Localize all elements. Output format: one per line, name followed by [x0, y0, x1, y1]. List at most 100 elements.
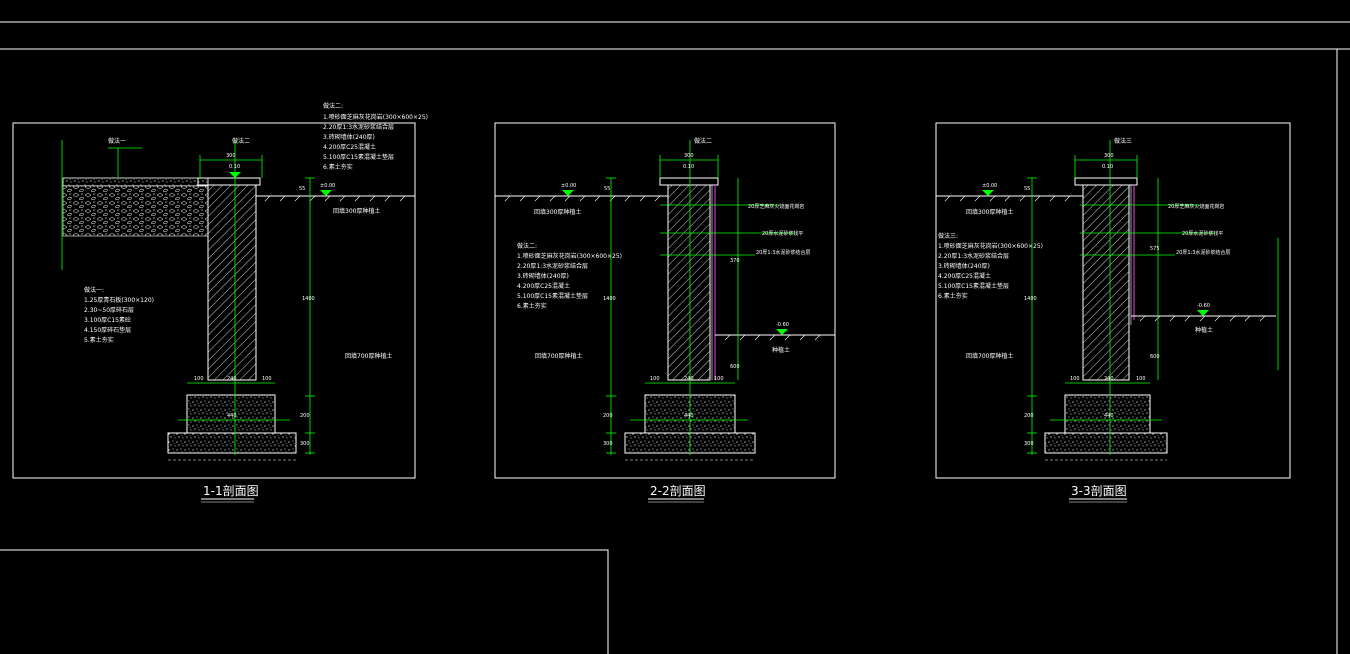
svg-text:6.素土夯实: 6.素土夯实	[938, 292, 968, 300]
svg-text:2.20厚1:3水泥砂浆结合层: 2.20厚1:3水泥砂浆结合层	[323, 123, 394, 131]
dimension-text: 440	[1104, 413, 1114, 419]
svg-text:2.30~50厚碎石层: 2.30~50厚碎石层	[84, 306, 134, 314]
paving-surface	[62, 177, 209, 187]
svg-text:20厚芝麻灰火烧面花岗岩: 20厚芝麻灰火烧面花岗岩	[1168, 203, 1224, 210]
soil-label: 回填700厚种植土	[535, 352, 582, 360]
dimension-text: 300	[684, 153, 694, 159]
dimension-text: 300	[226, 153, 236, 159]
wall-cap	[659, 177, 719, 186]
svg-text:3.砖砌墙体(240厚): 3.砖砌墙体(240厚)	[517, 272, 569, 280]
dimension-text: 440	[227, 413, 237, 419]
svg-text:3.砖砌墙体(240厚): 3.砖砌墙体(240厚)	[323, 133, 375, 141]
svg-text:4.200厚C25混凝土: 4.200厚C25混凝土	[938, 272, 991, 280]
dimension-text: 100	[262, 376, 272, 382]
cad-drawing-canvas: 做法一 做法二 0.10 ±0.00 做法二: 1.喷砂面芝麻灰花岗岩(300×…	[0, 21, 1350, 654]
svg-text:做法一:: 做法一:	[84, 286, 104, 294]
section-3-3: 做法三 0.10 ±0.00 -0.60 20厚芝麻灰火烧面花岗岩 20厚水泥砂…	[935, 122, 1291, 503]
elevation-label: 0.10	[1102, 164, 1113, 170]
callout-label: 做法三	[1114, 137, 1132, 145]
gravel-base	[62, 185, 209, 237]
dimension-text: 440	[684, 413, 694, 419]
svg-text:1.25厚青石板(300×120): 1.25厚青石板(300×120)	[84, 296, 154, 304]
elevation-label: ±0.00	[982, 183, 997, 189]
soil-label: 回填700厚种植土	[345, 352, 392, 360]
section-1-1: 做法一 做法二 0.10 ±0.00 做法二: 1.喷砂面芝麻灰花岗岩(300×…	[12, 102, 428, 503]
elevation-label: -0.60	[1197, 303, 1210, 309]
soil-label: 回填300厚种植土	[534, 208, 581, 216]
svg-text:20厚水泥砂浆找平: 20厚水泥砂浆找平	[1182, 230, 1223, 237]
wall-cap	[1074, 177, 1138, 186]
dimension-text: 1400	[603, 296, 616, 302]
retaining-wall	[1082, 184, 1130, 381]
dimension-text: 600	[730, 364, 740, 370]
dimension-text: 55	[604, 186, 610, 192]
svg-text:5.100厚C15素混凝土垫层: 5.100厚C15素混凝土垫层	[323, 153, 394, 161]
svg-text:5.100厚C15素混凝土垫层: 5.100厚C15素混凝土垫层	[517, 292, 588, 300]
note-block-a: 做法二: 1.喷砂面芝麻灰花岗岩(300×600×25) 2.20厚1:3水泥砂…	[323, 102, 428, 171]
soil-label: 种植土	[1195, 326, 1213, 334]
svg-text:1.喷砂面芝麻灰花岗岩(300×600×25): 1.喷砂面芝麻灰花岗岩(300×600×25)	[517, 252, 622, 260]
svg-text:20厚水泥砂浆找平: 20厚水泥砂浆找平	[762, 230, 803, 237]
svg-text:1.喷砂面芝麻灰花岗岩(300×600×25): 1.喷砂面芝麻灰花岗岩(300×600×25)	[938, 242, 1043, 250]
dimension-text: 240	[227, 376, 237, 382]
dimension-text: 1400	[302, 296, 315, 302]
svg-text:4.150厚碎石垫层: 4.150厚碎石垫层	[84, 326, 131, 334]
dimension-text: 100	[1070, 376, 1080, 382]
soil-label: 回填300厚种植土	[333, 207, 380, 215]
dimension-text: 300	[603, 441, 613, 447]
dimension-text: 200	[1024, 413, 1034, 419]
callout-label: 做法二	[694, 137, 712, 145]
svg-text:做法三:: 做法三:	[938, 232, 958, 240]
dimension-text: 240	[1104, 376, 1114, 382]
svg-text:3.砖砌墙体(240厚): 3.砖砌墙体(240厚)	[938, 262, 990, 270]
svg-text:1.喷砂面芝麻灰花岗岩(300×600×25): 1.喷砂面芝麻灰花岗岩(300×600×25)	[323, 113, 428, 121]
elevation-label: 0.10	[683, 164, 694, 170]
soil-label: 种植土	[772, 346, 790, 354]
retaining-wall	[667, 184, 711, 381]
dimension-text: 55	[299, 186, 305, 192]
svg-text:20厚1:3水泥砂浆结合层: 20厚1:3水泥砂浆结合层	[1176, 249, 1230, 256]
finish-callouts: 20厚芝麻灰火烧面花岗岩 20厚水泥砂浆找平 20厚1:3水泥砂浆结合层	[1168, 203, 1230, 256]
svg-text:3.100厚C15素砼: 3.100厚C15素砼	[84, 316, 131, 324]
svg-text:5.100厚C15素混凝土垫层: 5.100厚C15素混凝土垫层	[938, 282, 1009, 290]
section-title: 1-1剖面图	[203, 484, 259, 498]
dimension-text: 55	[1024, 186, 1030, 192]
dimension-text: 100	[194, 376, 204, 382]
svg-text:20厚1:3水泥砂浆结合层: 20厚1:3水泥砂浆结合层	[756, 249, 810, 256]
retaining-wall	[207, 184, 257, 381]
elevation-label: -0.60	[776, 322, 789, 328]
callout-label: 做法一	[108, 137, 126, 145]
elevation-label: ±0.00	[320, 183, 335, 189]
elevation-label: 0.10	[229, 164, 240, 170]
dimension-text: 600	[1150, 354, 1160, 360]
svg-text:6.素土夯实: 6.素土夯实	[323, 163, 353, 171]
svg-text:5.素土夯实: 5.素土夯实	[84, 336, 114, 344]
dimension-text: 370	[730, 258, 740, 264]
section-title: 2-2剖面图	[650, 484, 706, 498]
dimension-text: 100	[650, 376, 660, 382]
dimension-text: 200	[300, 413, 310, 419]
dimension-text: 300	[1104, 153, 1114, 159]
dimension-text: 1400	[1024, 296, 1037, 302]
footing-lower	[167, 432, 297, 454]
dimension-text: 575	[1150, 246, 1160, 252]
dimension-text: 200	[603, 413, 613, 419]
section-2-2: 做法二 0.10 ±0.00 -0.60 20厚芝麻灰火烧面花岗岩 20厚水泥砂…	[494, 122, 836, 503]
soil-label: 回填700厚种植土	[966, 352, 1013, 360]
svg-text:4.200厚C25混凝土: 4.200厚C25混凝土	[517, 282, 570, 290]
svg-text:2.20厚1:3水泥砂浆结合层: 2.20厚1:3水泥砂浆结合层	[517, 262, 588, 270]
callout-label: 做法二	[232, 137, 250, 145]
dimension-text: 240	[684, 376, 694, 382]
dimension-text: 100	[1136, 376, 1146, 382]
svg-text:20厚芝麻灰火烧面花岗岩: 20厚芝麻灰火烧面花岗岩	[748, 203, 804, 210]
finish-callouts: 20厚芝麻灰火烧面花岗岩 20厚水泥砂浆找平 20厚1:3水泥砂浆结合层	[748, 203, 810, 256]
dimension-text: 300	[300, 441, 310, 447]
footing-lower	[1044, 432, 1168, 454]
svg-text:做法二:: 做法二:	[517, 242, 537, 250]
dimension-text: 100	[714, 376, 724, 382]
elevation-label: ±0.00	[561, 183, 576, 189]
soil-label: 回填300厚种植土	[966, 208, 1013, 216]
section-title: 3-3剖面图	[1071, 484, 1127, 498]
note-block-a: 做法三: 1.喷砂面芝麻灰花岗岩(300×600×25) 2.20厚1:3水泥砂…	[938, 232, 1043, 300]
svg-text:做法二:: 做法二:	[323, 102, 343, 110]
